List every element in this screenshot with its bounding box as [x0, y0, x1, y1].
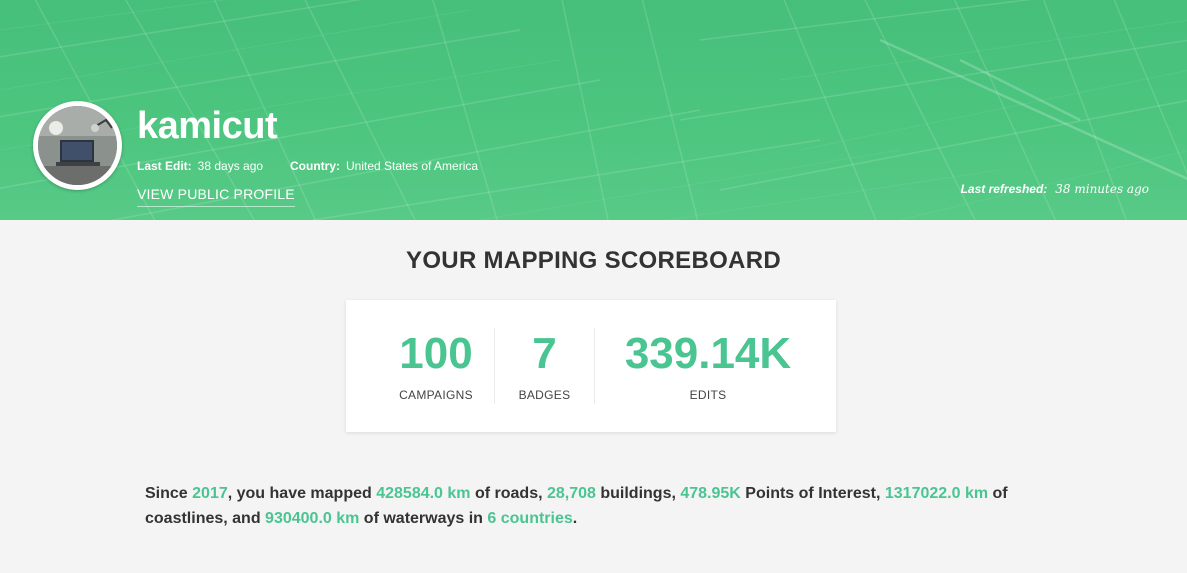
scoreboard-card: 100 CAMPAIGNS 7 BADGES 339.14K EDITS [346, 300, 836, 432]
last-edit-value: 38 days ago [197, 159, 264, 173]
summary-poi: 478.95K [680, 485, 741, 502]
country-info: Country: United States of America [290, 159, 478, 173]
stat-badges: 7 BADGES [496, 328, 593, 404]
summary-coastlines: 1317022.0 km [884, 485, 989, 502]
summary-text: Since [145, 485, 193, 502]
last-edit-info: Last Edit: 38 days ago [137, 159, 263, 173]
user-avatar [33, 101, 122, 190]
username: kamicut [137, 105, 278, 147]
stat-campaigns-value: 100 [399, 329, 473, 378]
stat-campaigns-label: CAMPAIGNS [399, 388, 473, 402]
summary-text: , you have mapped [227, 485, 377, 502]
stat-campaigns: 100 CAMPAIGNS [376, 328, 496, 404]
summary-text: of roads, [470, 485, 547, 502]
mapping-summary: Since 2017, you have mapped 428584.0 km … [145, 481, 1065, 531]
view-public-profile-link[interactable]: VIEW PUBLIC PROFILE [137, 186, 295, 207]
stat-divider [494, 328, 495, 404]
summary-roads: 428584.0 km [376, 485, 471, 502]
last-edit-label: Last Edit: [137, 159, 192, 173]
summary-countries: 6 countries [487, 510, 573, 527]
last-refreshed: Last refreshed: 38 minutes ago [961, 182, 1149, 196]
avatar-photo [38, 106, 117, 185]
stat-edits: 339.14K EDITS [594, 328, 822, 404]
stat-edits-value: 339.14K [624, 329, 792, 378]
stat-edits-label: EDITS [689, 388, 727, 402]
summary-text: Points of Interest, [740, 485, 885, 502]
summary-year: 2017 [192, 485, 228, 502]
stat-badges-value: 7 [532, 329, 557, 378]
summary-text: . [572, 510, 578, 527]
last-refreshed-value: 38 minutes ago [1055, 182, 1149, 196]
summary-text: buildings, [595, 485, 681, 502]
last-refreshed-label: Last refreshed: [960, 182, 1048, 196]
summary-text: of waterways in [359, 510, 488, 527]
summary-waterways: 930400.0 km [265, 510, 360, 527]
country-label: Country: [290, 159, 340, 173]
summary-buildings: 28,708 [546, 485, 596, 502]
country-value: United States of America [346, 159, 479, 173]
stat-badges-label: BADGES [518, 388, 571, 402]
profile-header: kamicut Last Edit: 38 days ago Country: Un… [0, 0, 1187, 220]
scoreboard-title: YOUR MAPPING SCOREBOARD [406, 247, 781, 274]
